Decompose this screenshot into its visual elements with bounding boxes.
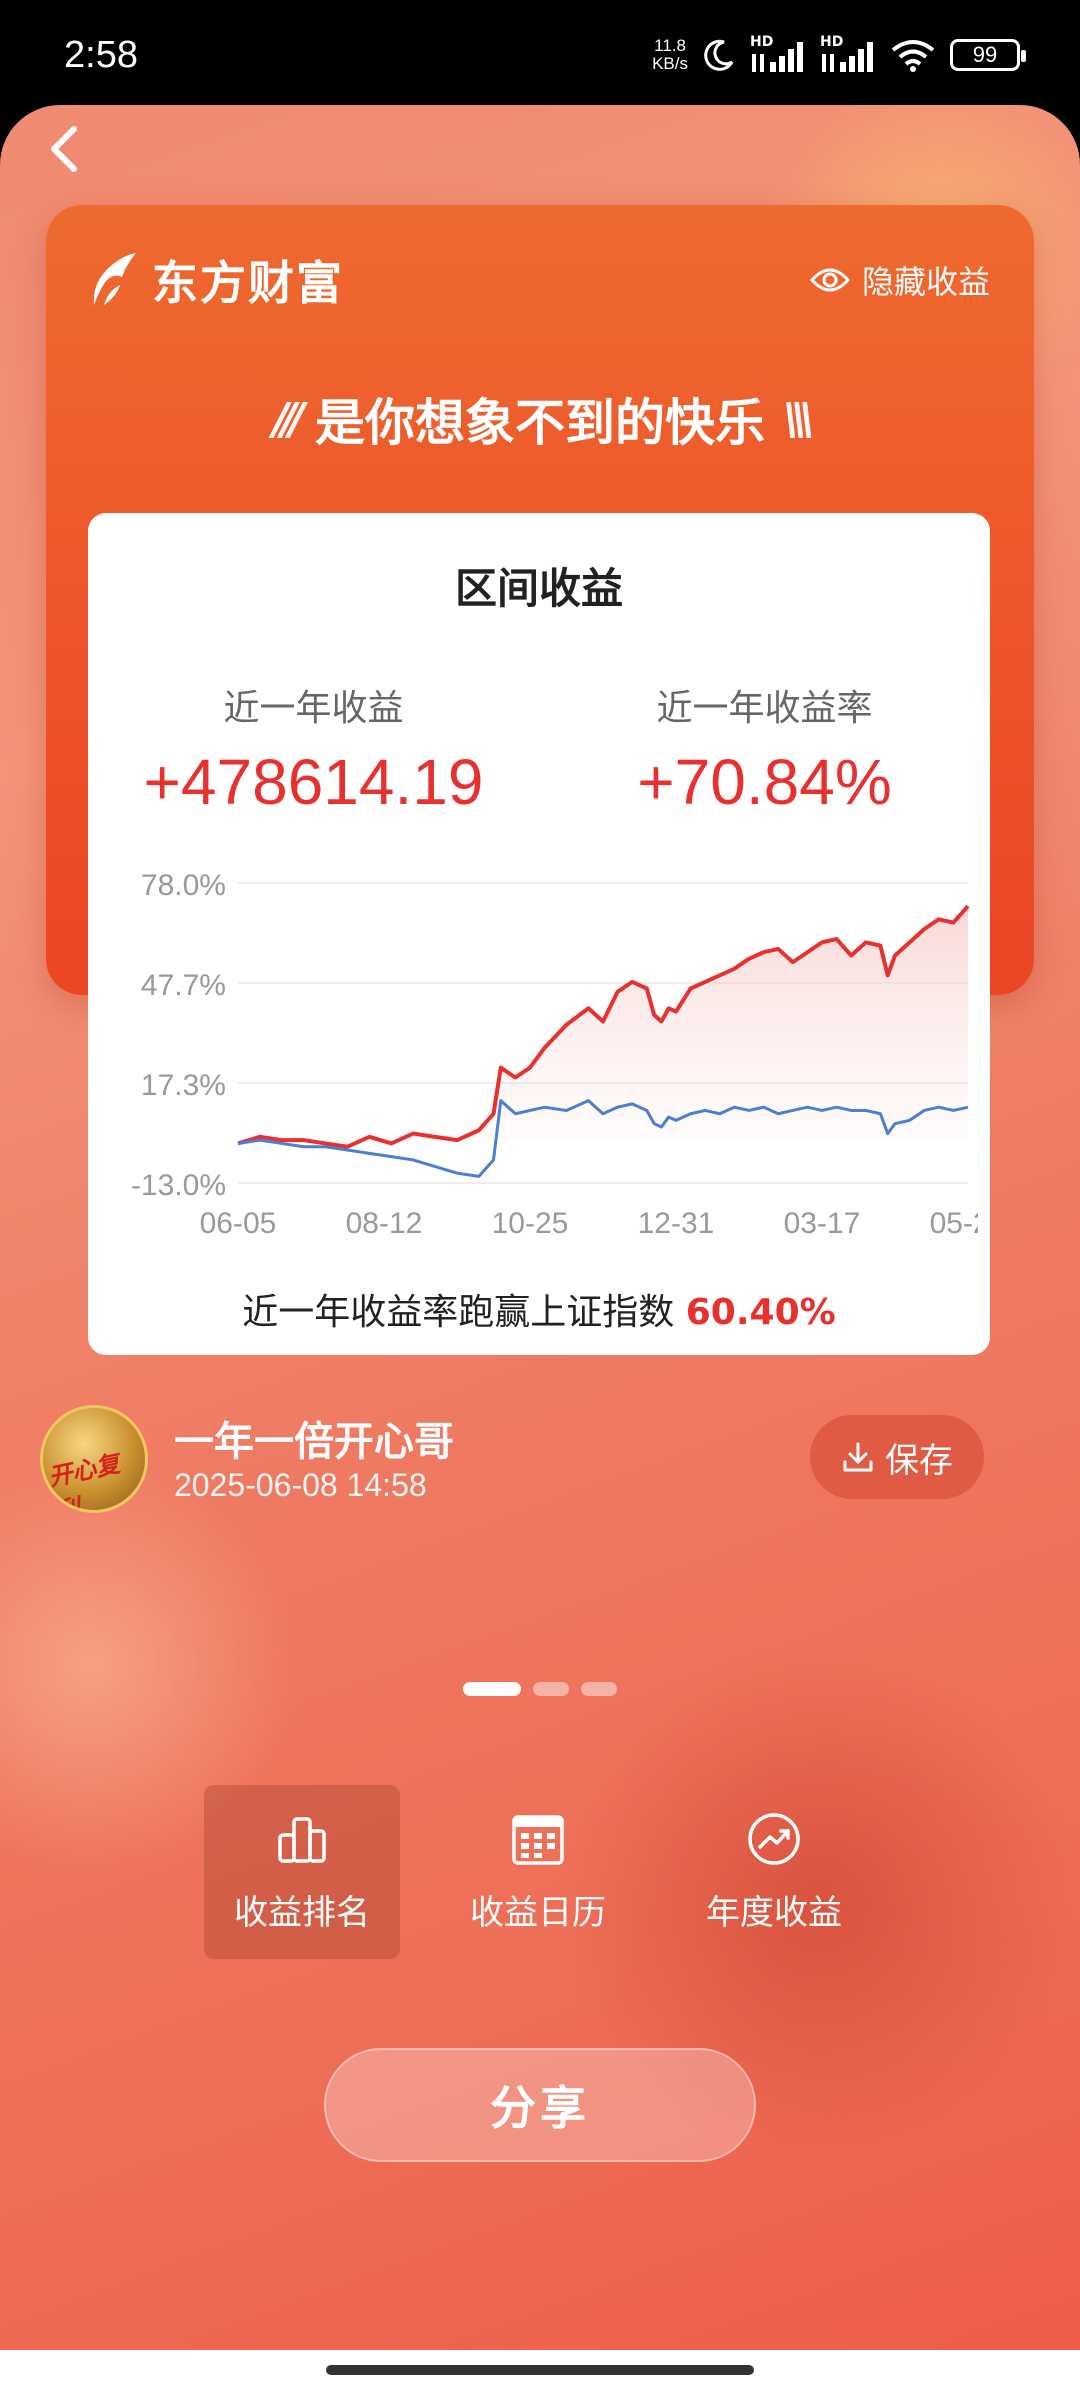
option-calendar[interactable]: 收益日历 [440,1785,636,1959]
page-dot-3[interactable] [581,1682,617,1696]
signal-1: HD [750,34,806,72]
save-label: 保存 [885,1440,953,1481]
share-screen: 东方财富 隐藏收益 /// 是你想象不到的快乐 \\\ 区间收益 近一年收益 +… [0,105,1080,2400]
y-tick-label: 47.7% [141,969,226,1002]
avatar: 开心复利 [40,1405,148,1513]
profit-card: 东方财富 隐藏收益 /// 是你想象不到的快乐 \\\ 区间收益 近一年收益 +… [46,205,1034,1355]
x-tick-label: 10-25 [492,1207,569,1240]
status-icons: 11.8 KB/s HD HD 99 [652,30,1026,80]
net-speed: 11.8 KB/s [652,37,688,73]
status-bar: 2:58 11.8 KB/s HD HD 99 [0,0,1080,105]
page-dot-1[interactable] [463,1682,521,1696]
option-annual[interactable]: 年度收益 [676,1785,872,1959]
wifi-icon [891,40,935,72]
signal-1-label: HD [750,34,774,50]
ranking-icon [278,1816,326,1863]
download-icon [843,1442,873,1472]
hide-profit-toggle[interactable]: 隐藏收益 [809,257,990,303]
net-speed-unit: KB/s [652,54,688,73]
slogan: /// 是你想象不到的快乐 \\\ [46,383,1034,455]
x-tick-label: 05-27 [930,1207,978,1240]
net-speed-value: 11.8 [654,36,686,55]
x-tick-label: 08-12 [346,1207,423,1240]
trend-icon [748,1812,800,1865]
eye-icon [809,268,850,292]
metric-year-rate-label: 近一年收益率 [656,688,873,729]
panel-title: 区间收益 [454,564,623,613]
metric-year-profit-value: +478614.19 [143,746,484,818]
metric-year-rate: 近一年收益率 +70.84% [539,679,990,819]
x-tick-label: 03-17 [784,1207,861,1240]
y-tick-label: 17.3% [141,1069,226,1102]
signal-2: HD [820,34,876,72]
slash-decor-right: \\\ [783,393,815,445]
user-row: 开心复利 一年一倍开心哥 2025-06-08 14:58 保存 [40,1395,990,1515]
signal-2-label: HD [820,34,844,50]
card-style-options: 收益排名 收益日历 年度收益 [204,1785,872,1959]
option-ranking-label: 收益排名 [234,1892,370,1933]
page-indicator [0,1682,1080,1696]
y-tick-label: -13.0% [131,1169,226,1202]
profit-panel: 区间收益 近一年收益 +478614.19 近一年收益率 +70.84% 78.… [88,513,990,1355]
calendar-icon [512,1814,564,1865]
profit-chart: 78.0% 47.7% 17.3% -13.0% 06-05 08-12 10-25 12-3… [131,869,978,1240]
page-dot-2[interactable] [533,1682,569,1696]
battery-icon: 99 [950,39,1026,71]
nav-bar-area [0,2350,1080,2400]
avatar-text: 开心复利 [45,1449,123,1513]
metric-year-profit-label: 近一年收益 [223,688,404,729]
metric-year-rate-value: +70.84% [637,746,892,818]
option-annual-label: 年度收益 [706,1892,842,1933]
option-calendar-label: 收益日历 [470,1892,606,1933]
moon-icon [704,39,734,71]
save-button[interactable]: 保存 [810,1415,984,1499]
x-tick-label: 06-05 [200,1207,277,1240]
slash-decor-left: /// [272,393,305,445]
user-time: 2025-06-08 14:58 [174,1467,427,1503]
user-name: 一年一倍开心哥 [174,1419,454,1465]
y-tick-label: 78.0% [141,869,226,902]
hide-profit-label: 隐藏收益 [861,263,990,301]
brand-name: 东方财富 [152,256,344,310]
metric-year-profit: 近一年收益 +478614.19 [88,679,539,819]
summary-text: 近一年收益率跑赢上证指数 [242,1292,686,1333]
home-indicator[interactable] [326,2365,754,2375]
option-ranking[interactable]: 收益排名 [204,1785,400,1959]
share-button[interactable]: 分享 [324,2048,756,2162]
x-tick-label: 12-31 [638,1207,715,1240]
back-button[interactable] [34,115,94,185]
brand: 东方财富 [86,247,344,313]
slogan-text: 是你想象不到的快乐 [315,394,765,452]
brand-logo-icon [93,253,136,305]
summary: 近一年收益率跑赢上证指数 60.40% [88,1283,990,1335]
status-time: 2:58 [64,34,138,76]
summary-highlight: 60.40% [685,1292,836,1333]
